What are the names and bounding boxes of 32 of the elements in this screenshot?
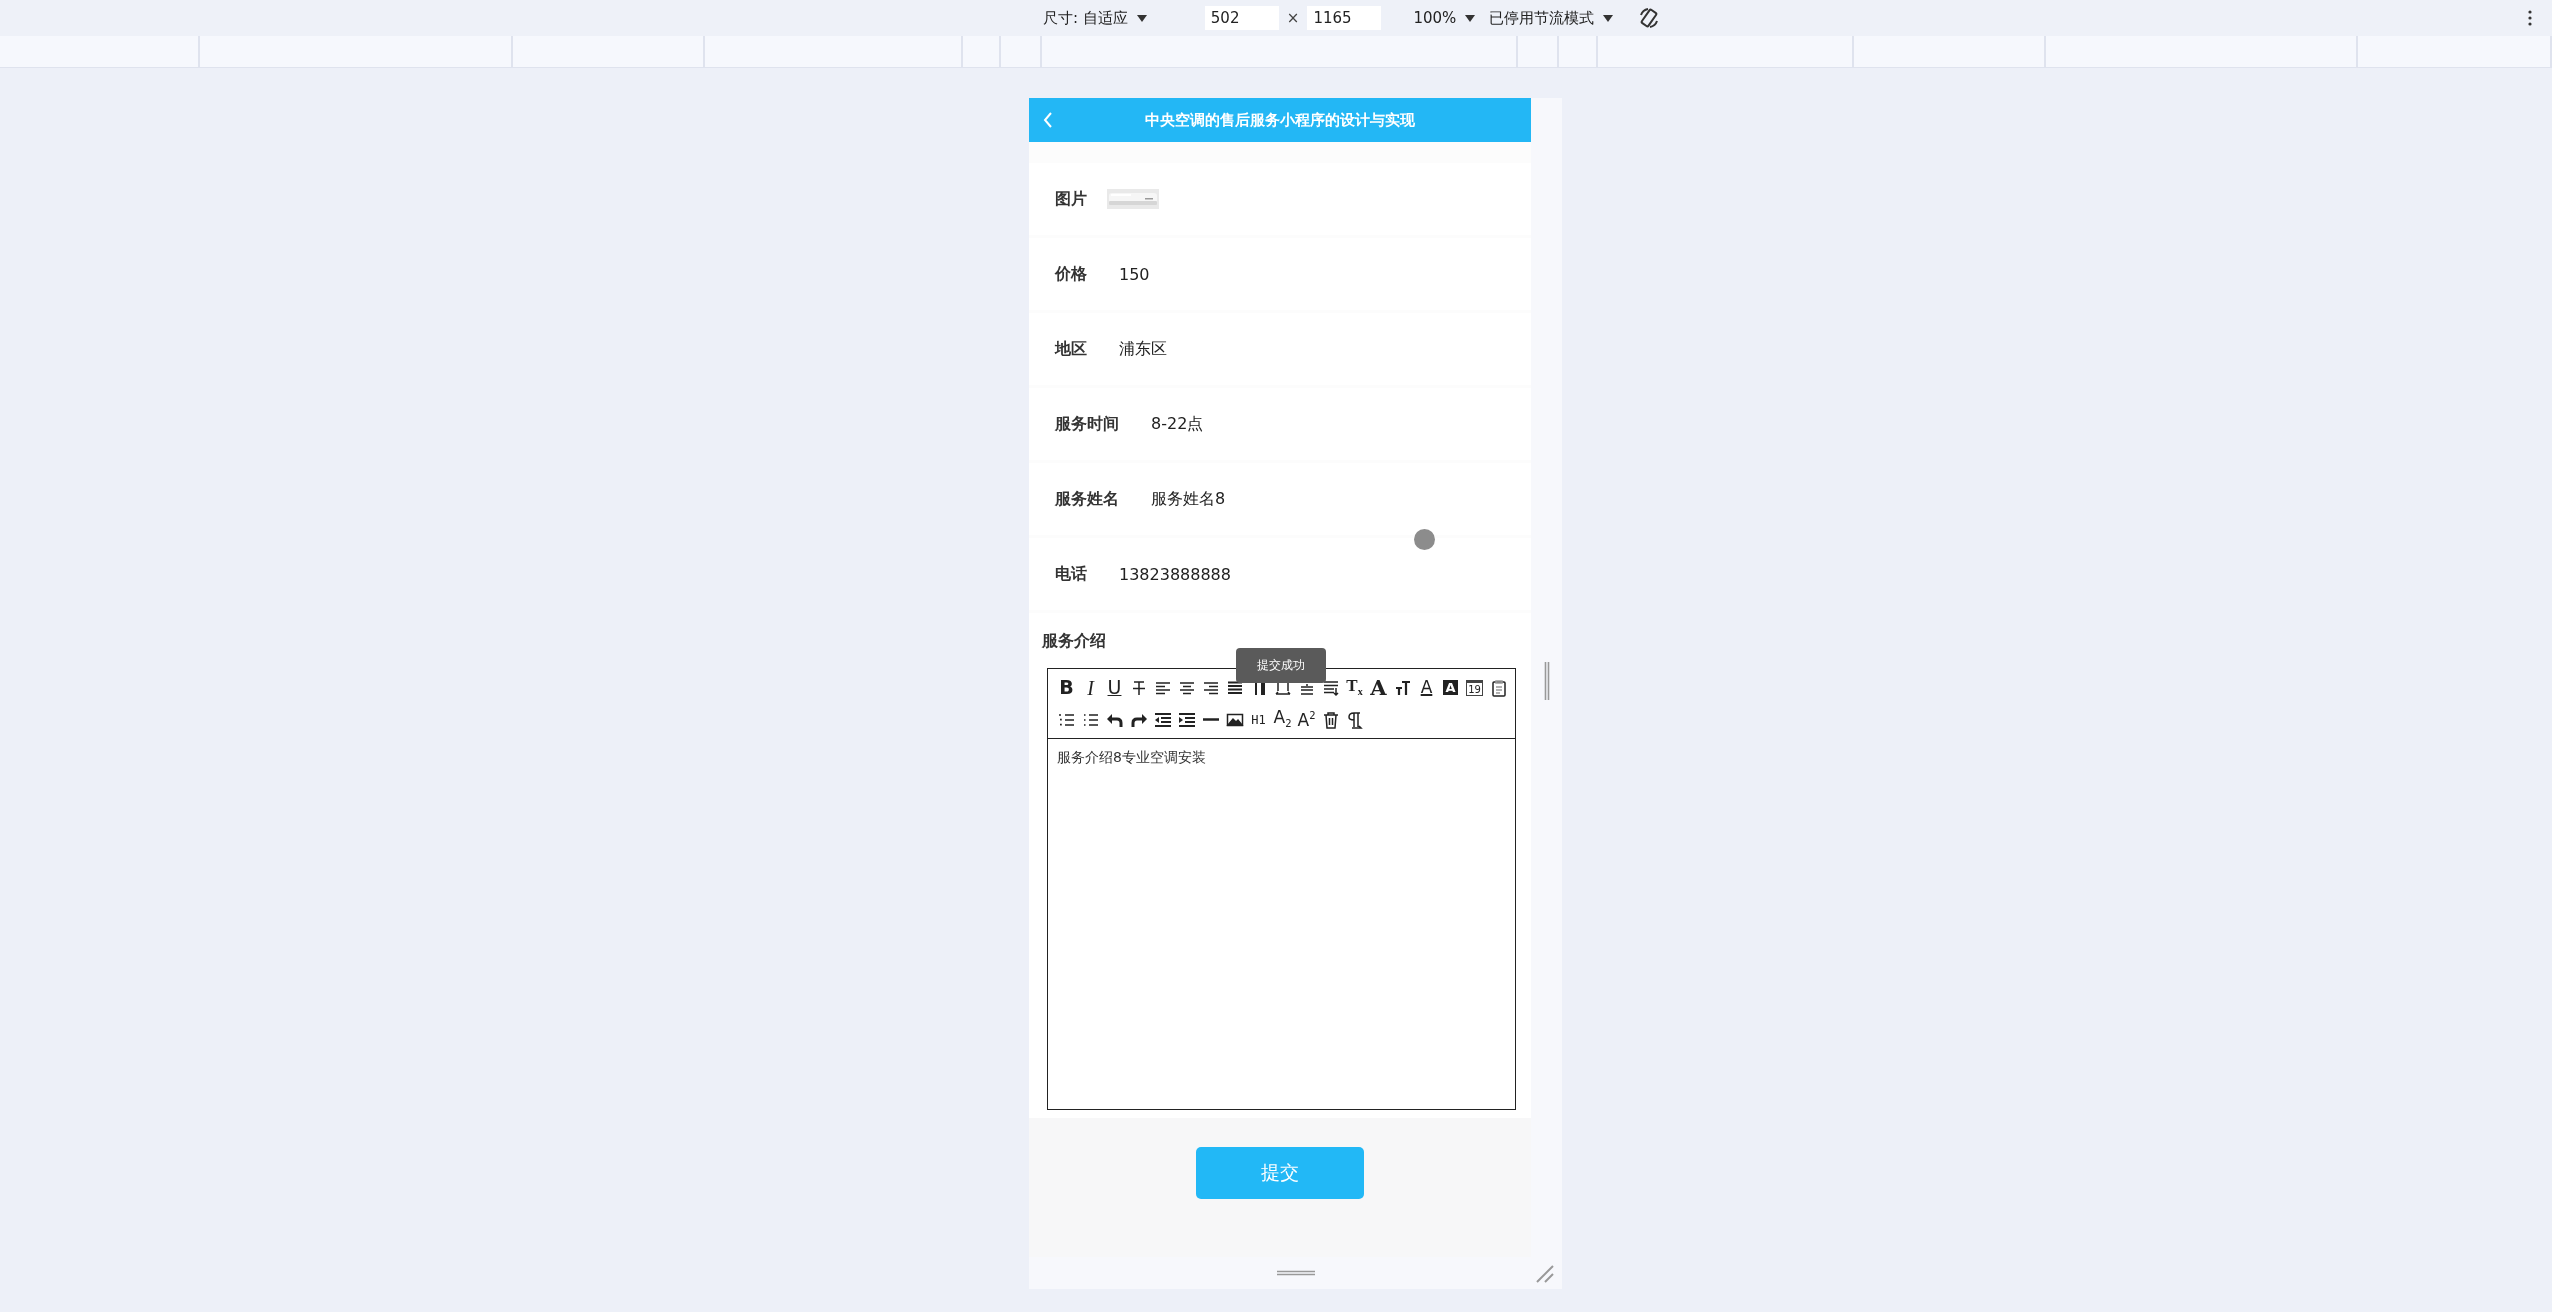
field-label: 地区 xyxy=(1055,338,1087,360)
clear-format-button[interactable]: T$_{x}$ xyxy=(1344,673,1365,702)
times-sign: × xyxy=(1286,9,1300,27)
field-value: 浦东区 xyxy=(1119,338,1167,360)
page-title: 中央空调的售后服务小程序的设计与实现 xyxy=(1145,110,1415,130)
background-color-button[interactable]: A xyxy=(1440,673,1461,702)
subscript-button[interactable]: A$_{2}$ xyxy=(1272,705,1293,734)
field-label: 服务时间 xyxy=(1055,413,1119,435)
toast-message: 提交成功 xyxy=(1236,648,1326,683)
height-input[interactable]: 1165 xyxy=(1307,6,1382,30)
field-value: 8-22点 xyxy=(1151,413,1204,435)
editor-text[interactable]: 服务介绍8专业空调安装 xyxy=(1048,739,1515,777)
dimensions-dropdown[interactable]: 尺寸: 自适应 xyxy=(1043,8,1147,28)
section-label: 服务介绍 xyxy=(1042,631,1107,652)
superscript-button[interactable]: A$^{2}$ xyxy=(1296,705,1317,734)
date-button[interactable]: 19 xyxy=(1464,673,1485,702)
zoom-dropdown[interactable]: 100% xyxy=(1413,9,1476,27)
italic-button[interactable]: I xyxy=(1080,673,1101,702)
width-input[interactable]: 502 xyxy=(1204,6,1279,30)
bold-button[interactable]: B xyxy=(1056,673,1077,702)
field-value: 13823888888 xyxy=(1119,564,1231,584)
field-label: 电话 xyxy=(1055,563,1087,585)
underline-button[interactable]: U xyxy=(1104,673,1125,702)
throttling-dropdown[interactable]: 已停用节流模式 xyxy=(1489,8,1614,28)
field-label: 价格 xyxy=(1055,263,1087,285)
field-label: 服务姓名 xyxy=(1055,488,1119,510)
font-color-button[interactable]: A xyxy=(1416,673,1437,702)
field-value: 150 xyxy=(1119,264,1150,284)
field-value: 服务姓名8 xyxy=(1151,488,1226,510)
heading-button[interactable]: H1 xyxy=(1248,705,1269,734)
field-label: 图片 xyxy=(1055,188,1087,210)
font-button[interactable]: A xyxy=(1368,673,1389,702)
